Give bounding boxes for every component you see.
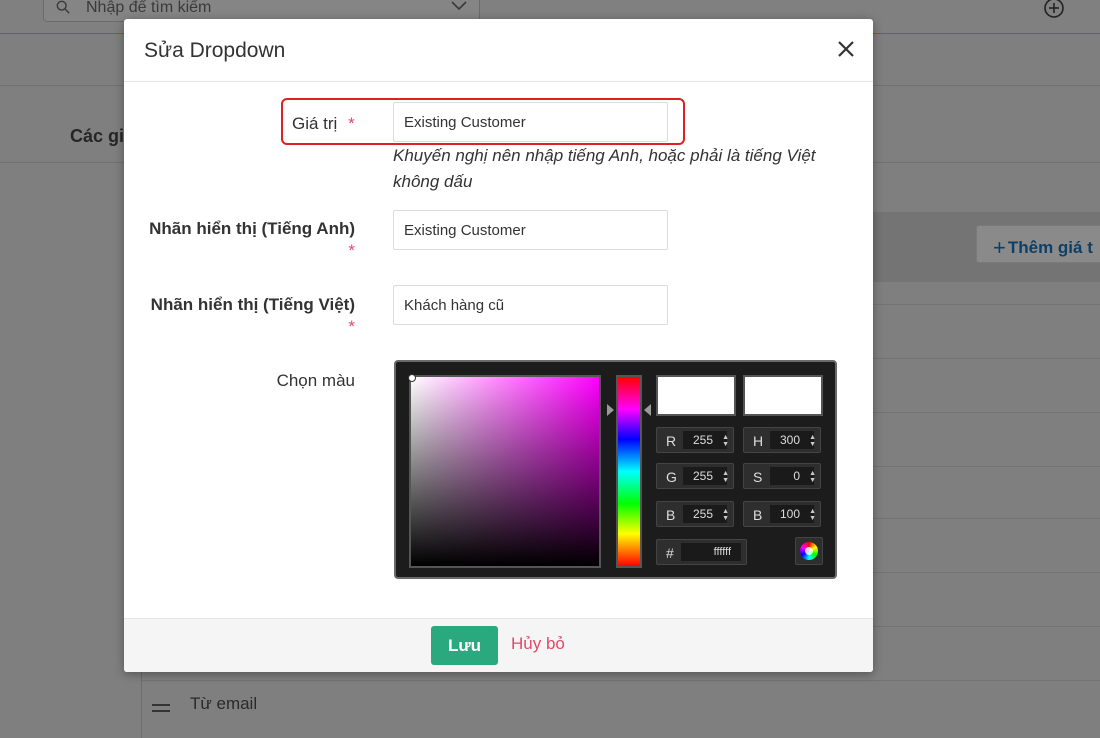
modal-header: Sửa Dropdown bbox=[124, 19, 873, 82]
value-hint: Khuyến nghị nên nhập tiếng Anh, hoặc phả… bbox=[393, 146, 816, 191]
search-icon bbox=[56, 0, 70, 14]
hue-marker-right[interactable] bbox=[644, 404, 651, 416]
color-picker: R 255 ▲ ▼ H 300 ▲ ▼ G 255 ▲ ▼ S 0 ▲ ▼ B 255 … bbox=[394, 360, 837, 579]
modal-title: Sửa Dropdown bbox=[144, 39, 286, 62]
hue-slider[interactable] bbox=[616, 375, 642, 568]
red-field[interactable]: R 255 ▲ ▼ bbox=[656, 427, 734, 453]
blue-value[interactable]: 255 bbox=[683, 505, 727, 523]
saturation-value[interactable]: 0 bbox=[770, 467, 814, 485]
required-mark: * bbox=[348, 317, 355, 336]
cancel-link[interactable]: Hủy bỏ bbox=[511, 634, 565, 654]
hue-marker-left[interactable] bbox=[607, 404, 614, 416]
add-value-button[interactable]: + Thêm giá t bbox=[976, 225, 1100, 263]
value-input[interactable] bbox=[393, 102, 668, 142]
required-mark: * bbox=[348, 114, 355, 133]
current-color-swatch bbox=[743, 375, 823, 416]
edit-dropdown-modal: Sửa Dropdown Giá trị * Khuyến nghị nên n… bbox=[124, 19, 873, 672]
label-vi-input[interactable] bbox=[393, 285, 668, 325]
modal-footer: Lưu Hủy bỏ bbox=[124, 618, 873, 672]
saturation-field[interactable]: S 0 ▲ ▼ bbox=[743, 463, 821, 489]
spinner-icon[interactable]: ▲ ▼ bbox=[722, 434, 729, 448]
green-field[interactable]: G 255 ▲ ▼ bbox=[656, 463, 734, 489]
color-label: Chọn màu bbox=[276, 371, 355, 390]
saturation-value-area[interactable] bbox=[408, 374, 601, 568]
green-value[interactable]: 255 bbox=[683, 467, 727, 485]
brightness-value[interactable]: 100 bbox=[770, 505, 814, 523]
spinner-icon[interactable]: ▲ ▼ bbox=[809, 508, 816, 522]
red-value[interactable]: 255 bbox=[683, 431, 727, 449]
row-divider bbox=[142, 680, 1100, 681]
spinner-icon[interactable]: ▲ ▼ bbox=[722, 470, 729, 484]
search-placeholder: Nhập để tìm kiếm bbox=[86, 0, 212, 16]
spinner-icon[interactable]: ▲ ▼ bbox=[809, 470, 816, 484]
label-en-input[interactable] bbox=[393, 210, 668, 250]
chevron-down-icon[interactable] bbox=[451, 0, 467, 12]
hue-field[interactable]: H 300 ▲ ▼ bbox=[743, 427, 821, 453]
hue-value[interactable]: 300 bbox=[770, 431, 814, 449]
blue-field[interactable]: B 255 ▲ ▼ bbox=[656, 501, 734, 527]
spinner-icon[interactable]: ▲ ▼ bbox=[722, 508, 729, 522]
hex-field[interactable]: # ffffff bbox=[656, 539, 747, 565]
hex-value[interactable]: ffffff bbox=[681, 543, 741, 561]
table-row[interactable]: Từ email bbox=[142, 684, 1100, 738]
row-label: Từ email bbox=[190, 694, 258, 713]
new-color-swatch bbox=[656, 375, 736, 416]
value-label: Giá trị * bbox=[292, 114, 355, 133]
close-icon[interactable] bbox=[834, 37, 858, 61]
brightness-field[interactable]: B 100 ▲ ▼ bbox=[743, 501, 821, 527]
required-mark: * bbox=[348, 241, 355, 260]
color-wheel-button[interactable] bbox=[795, 537, 823, 565]
save-button[interactable]: Lưu bbox=[431, 626, 498, 665]
drag-handle-icon[interactable] bbox=[152, 704, 170, 712]
spinner-icon[interactable]: ▲ ▼ bbox=[809, 434, 816, 448]
label-en-label: Nhãn hiển thị (Tiếng Anh) * bbox=[124, 219, 355, 261]
plus-icon: + bbox=[993, 235, 1006, 260]
add-circle-icon[interactable] bbox=[1043, 0, 1065, 19]
color-handle[interactable] bbox=[408, 374, 416, 382]
label-vi-label: Nhãn hiển thị (Tiếng Việt) * bbox=[124, 295, 355, 337]
